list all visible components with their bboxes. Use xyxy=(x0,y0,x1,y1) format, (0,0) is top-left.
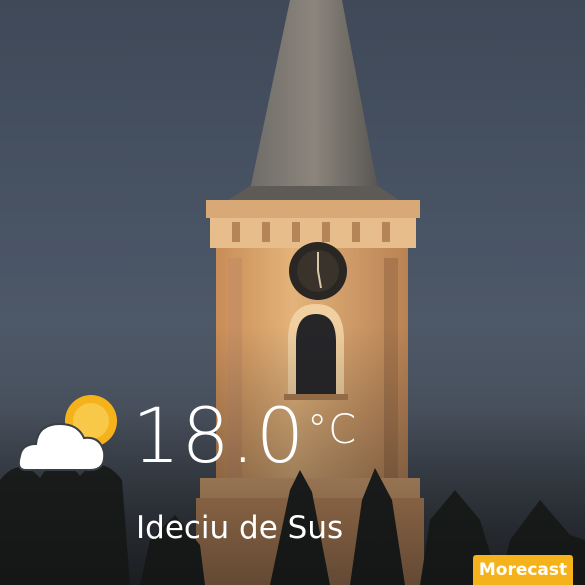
location-name: Ideciu de Sus xyxy=(136,510,344,546)
temperature-readout: 18.0 °C xyxy=(132,392,357,480)
weather-card: 18.0 °C Ideciu de Sus Morecast xyxy=(0,0,585,585)
temperature-unit: °C xyxy=(307,407,358,453)
temperature-value: 18.0 xyxy=(132,391,306,480)
brand-logo-button[interactable]: Morecast xyxy=(473,555,573,585)
partly-cloudy-icon xyxy=(18,395,117,471)
